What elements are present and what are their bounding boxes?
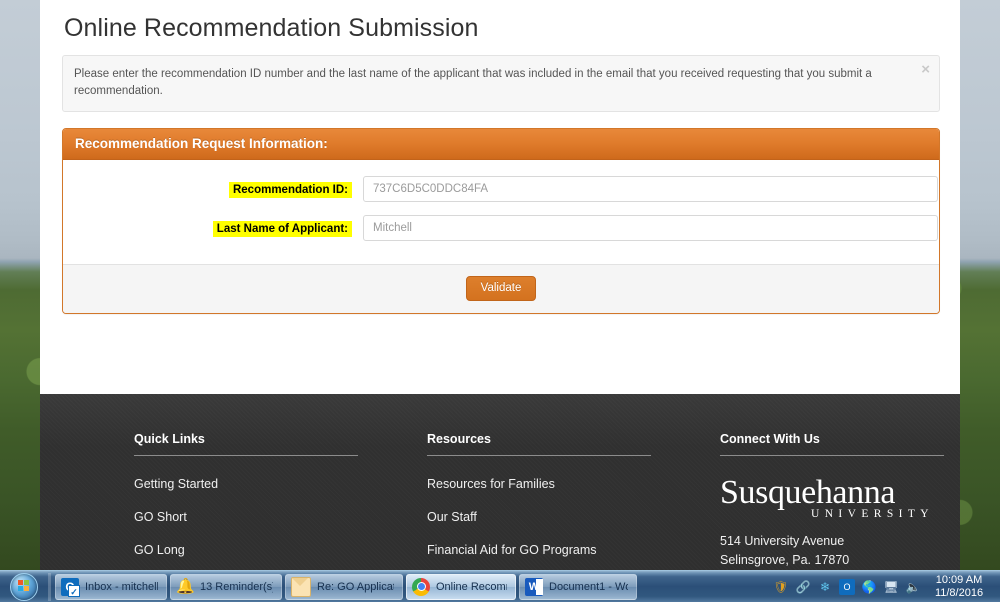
recommendation-id-input[interactable]: [363, 176, 938, 202]
taskbar-divider: [48, 572, 51, 601]
clock-time: 10:09 AM: [935, 573, 983, 586]
divider: [720, 455, 944, 456]
envelope-icon: [291, 576, 311, 597]
address-line-2: Selinsgrove, Pa. 17870: [720, 553, 850, 567]
divider: [427, 455, 651, 456]
close-icon[interactable]: ×: [921, 62, 930, 77]
last-name-label: Last Name of Applicant:: [212, 221, 352, 237]
footer-link-go-long[interactable]: GO Long: [134, 543, 427, 557]
clock-date: 11/8/2016: [934, 586, 984, 599]
footer-column-resources: Resources Resources for Families Our Sta…: [427, 432, 720, 570]
outlook-tray-icon[interactable]: O: [839, 578, 855, 595]
taskbar-item-label: Document1 - Word: [549, 580, 628, 593]
info-alert: × Please enter the recommendation ID num…: [62, 55, 940, 112]
browser-page-content: Online Recommendation Submission × Pleas…: [40, 0, 960, 570]
taskbar-item-label: Inbox - mitchella...: [85, 580, 158, 593]
panel-body: Recommendation ID: Last Name of Applican…: [63, 160, 939, 264]
alert-message: Please enter the recommendation ID numbe…: [74, 68, 872, 97]
footer-link-go-short[interactable]: GO Short: [134, 510, 427, 524]
footer-column-title: Connect With Us: [720, 432, 820, 446]
start-button[interactable]: [0, 572, 48, 602]
footer-link-our-staff[interactable]: Our Staff: [427, 510, 720, 524]
form-row-recommendation-id: Recommendation ID:: [63, 176, 939, 202]
system-tray: 🛡 🔗 ❄ O 🌎 🖥 🔈 10:09 AM 11/8/2016: [770, 572, 1000, 602]
address-line-1: 514 University Avenue: [720, 534, 845, 548]
taskbar-clock[interactable]: 10:09 AM 11/8/2016: [924, 574, 996, 600]
footer-link-financial-aid[interactable]: Financial Aid for GO Programs: [427, 543, 720, 557]
taskbar-item-chrome[interactable]: Online Recomme...: [406, 573, 516, 600]
university-logo-wordmark: Susquehanna: [720, 474, 896, 511]
taskbar-item-label: Online Recomme...: [436, 580, 507, 593]
footer-address: 514 University Avenue Selinsgrove, Pa. 1…: [720, 532, 960, 570]
footer-column-connect: Connect With Us Susquehanna UNIVERSITY 5…: [720, 432, 960, 570]
taskbar-item-word[interactable]: W Document1 - Word: [519, 573, 637, 600]
divider: [134, 455, 358, 456]
footer-column-title: Resources: [427, 432, 491, 446]
windows-taskbar: O Inbox - mitchella... 🔔 13 Reminder(s) …: [0, 570, 1000, 602]
link-icon[interactable]: 🔗: [795, 579, 811, 595]
bell-icon: 🔔: [176, 577, 195, 595]
globe-icon[interactable]: 🌎: [861, 579, 877, 595]
site-footer: Quick Links Getting Started GO Short GO …: [40, 394, 960, 570]
recommendation-id-label-cell: Recommendation ID:: [63, 180, 363, 198]
panel-header: Recommendation Request Information:: [63, 129, 939, 160]
volume-icon[interactable]: 🔈: [905, 579, 921, 595]
taskbar-item-reminders[interactable]: 🔔 13 Reminder(s): [170, 573, 282, 600]
taskbar-item-outlook[interactable]: O Inbox - mitchella...: [55, 573, 167, 600]
network-icon[interactable]: 🖥: [883, 579, 899, 595]
footer-link-resources-for-families[interactable]: Resources for Families: [427, 477, 720, 491]
word-icon: W: [525, 577, 543, 596]
validate-button[interactable]: Validate: [465, 276, 537, 301]
windows-logo-icon: [10, 572, 38, 601]
outlook-icon: O: [61, 577, 80, 597]
dropbox-icon[interactable]: ❄: [817, 579, 833, 595]
form-row-last-name: Last Name of Applicant:: [63, 215, 939, 241]
last-name-input[interactable]: [363, 215, 938, 241]
footer-link-getting-started[interactable]: Getting Started: [134, 477, 427, 491]
footer-column-quick-links: Quick Links Getting Started GO Short GO …: [134, 432, 427, 570]
footer-column-title: Quick Links: [134, 432, 205, 446]
taskbar-item-mail-message[interactable]: Re: GO Applicatio...: [285, 573, 403, 600]
recommendation-id-label: Recommendation ID:: [228, 182, 352, 198]
taskbar-item-label: Re: GO Applicatio...: [317, 580, 394, 593]
chrome-icon: [412, 577, 430, 596]
panel-footer: Validate: [63, 264, 939, 313]
last-name-label-cell: Last Name of Applicant:: [63, 219, 363, 237]
page-title: Online Recommendation Submission: [64, 14, 479, 42]
taskbar-item-label: 13 Reminder(s): [200, 580, 273, 593]
shield-icon[interactable]: 🛡: [773, 579, 789, 595]
screen: Online Recommendation Submission × Pleas…: [0, 0, 1000, 602]
recommendation-request-panel: Recommendation Request Information: Reco…: [62, 128, 940, 314]
